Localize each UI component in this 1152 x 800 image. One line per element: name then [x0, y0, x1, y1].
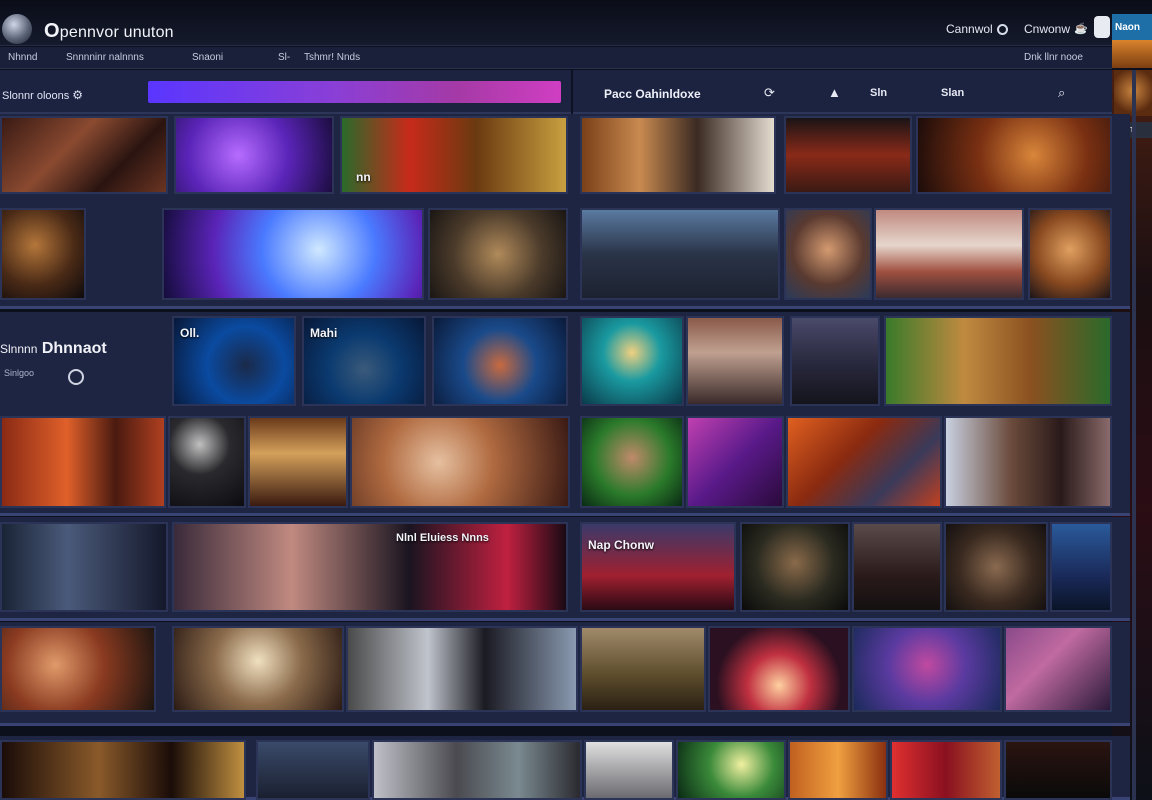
- media-tile[interactable]: [740, 522, 850, 612]
- row-subtitle: Sinlgoo: [4, 368, 35, 378]
- media-tile[interactable]: [0, 208, 86, 300]
- media-tile[interactable]: [0, 522, 168, 612]
- media-tile[interactable]: [1004, 740, 1112, 800]
- media-tile[interactable]: [1050, 522, 1112, 612]
- media-tile[interactable]: [248, 416, 348, 508]
- media-tile[interactable]: [580, 116, 776, 194]
- media-tile[interactable]: [580, 626, 706, 712]
- media-tile[interactable]: [784, 116, 912, 194]
- media-tile[interactable]: [874, 208, 1024, 300]
- app-title: Opennvor unuton: [44, 20, 174, 42]
- refresh-icon[interactable]: ⟳: [764, 85, 775, 101]
- media-tile[interactable]: [1028, 208, 1112, 300]
- media-tile[interactable]: [172, 626, 344, 712]
- media-tile[interactable]: [790, 316, 880, 406]
- media-tile[interactable]: [174, 116, 334, 194]
- media-tile[interactable]: Nlnl Eluiess Nnns: [172, 522, 568, 612]
- media-tile[interactable]: [580, 416, 684, 508]
- subnav-right-text[interactable]: Dnk llnr nooe: [1024, 52, 1083, 63]
- media-tile[interactable]: [786, 416, 942, 508]
- media-tile[interactable]: [372, 740, 582, 800]
- media-tile[interactable]: [944, 416, 1112, 508]
- media-tile[interactable]: [852, 626, 1002, 712]
- nav-link-2[interactable]: Cnwonw: [1024, 22, 1070, 36]
- media-tile[interactable]: [884, 316, 1112, 406]
- divider: [571, 70, 573, 114]
- nav-link-1[interactable]: Cannwol: [946, 22, 993, 36]
- subnav-item[interactable]: Snnnninr nalnnns: [66, 52, 144, 63]
- search-icon[interactable]: ⌕: [1058, 85, 1065, 101]
- user-icon[interactable]: [1094, 16, 1110, 38]
- filter-label[interactable]: Slonnr oloons ⚙: [2, 88, 83, 102]
- media-tile[interactable]: [580, 208, 780, 300]
- media-tile[interactable]: [686, 416, 784, 508]
- account-badge[interactable]: Naon: [1112, 14, 1152, 42]
- alert-icon[interactable]: ▲: [828, 85, 841, 100]
- logo-icon[interactable]: [2, 14, 32, 44]
- media-tile[interactable]: [784, 208, 872, 300]
- media-tile[interactable]: Oll.: [172, 316, 296, 406]
- settings-icon[interactable]: [997, 24, 1008, 35]
- media-tile[interactable]: [686, 316, 784, 406]
- search-input[interactable]: [148, 81, 561, 103]
- gear-icon[interactable]: ⚙: [72, 88, 83, 102]
- tab-1[interactable]: Sln: [870, 87, 887, 99]
- scrollbar[interactable]: [1132, 70, 1136, 800]
- media-tile[interactable]: [0, 116, 168, 194]
- media-tile[interactable]: [788, 740, 888, 800]
- media-tile[interactable]: [890, 740, 1002, 800]
- media-tile[interactable]: [162, 208, 424, 300]
- media-tile[interactable]: [0, 416, 166, 508]
- media-tile[interactable]: [346, 626, 578, 712]
- streaming-app: Opennvor unuton Cannwol Cnwonw ☕ Naon Nh…: [0, 0, 1152, 800]
- media-tile[interactable]: [0, 740, 246, 800]
- subnav-item[interactable]: Tshmr! Nnds: [304, 52, 360, 63]
- top-bar: Opennvor unuton Cannwol Cnwonw ☕ Naon: [0, 0, 1152, 46]
- media-tile[interactable]: [428, 208, 568, 300]
- filter-bar: Slonnr oloons ⚙ Pacc Oahinldoxe ⟳ ▲ Sln S…: [0, 70, 1112, 114]
- sub-nav: Nhnnd Snnnninr nalnnns Snaoni Sl- Tshmr!…: [0, 47, 1112, 69]
- language-pill[interactable]: [1112, 40, 1152, 68]
- subnav-item[interactable]: Sl-: [278, 52, 290, 63]
- media-tile[interactable]: [708, 626, 850, 712]
- media-tile[interactable]: [256, 740, 370, 800]
- media-tile[interactable]: [676, 740, 786, 800]
- media-tile[interactable]: [944, 522, 1048, 612]
- play-icon[interactable]: [68, 369, 84, 385]
- media-tile[interactable]: [168, 416, 246, 508]
- media-tile[interactable]: [916, 116, 1112, 194]
- media-tile[interactable]: Mahi: [302, 316, 426, 406]
- media-tile[interactable]: [584, 740, 674, 800]
- media-tile[interactable]: Nap Chonw: [580, 522, 736, 612]
- media-tile[interactable]: [1004, 626, 1112, 712]
- media-tile[interactable]: [432, 316, 568, 406]
- subnav-item[interactable]: Snaoni: [192, 52, 223, 63]
- media-tile[interactable]: [580, 316, 684, 406]
- media-tile[interactable]: [0, 626, 156, 712]
- cup-icon[interactable]: ☕: [1074, 22, 1088, 35]
- media-tile[interactable]: nn: [340, 116, 568, 194]
- subnav-item[interactable]: Nhnnd: [8, 52, 37, 63]
- media-tile[interactable]: [350, 416, 570, 508]
- tab-2[interactable]: Slan: [941, 87, 964, 99]
- media-tile[interactable]: [852, 522, 942, 612]
- row-title: Slnnnn Dhnnaot: [0, 340, 107, 357]
- section-title: Pacc Oahinldoxe: [604, 87, 701, 101]
